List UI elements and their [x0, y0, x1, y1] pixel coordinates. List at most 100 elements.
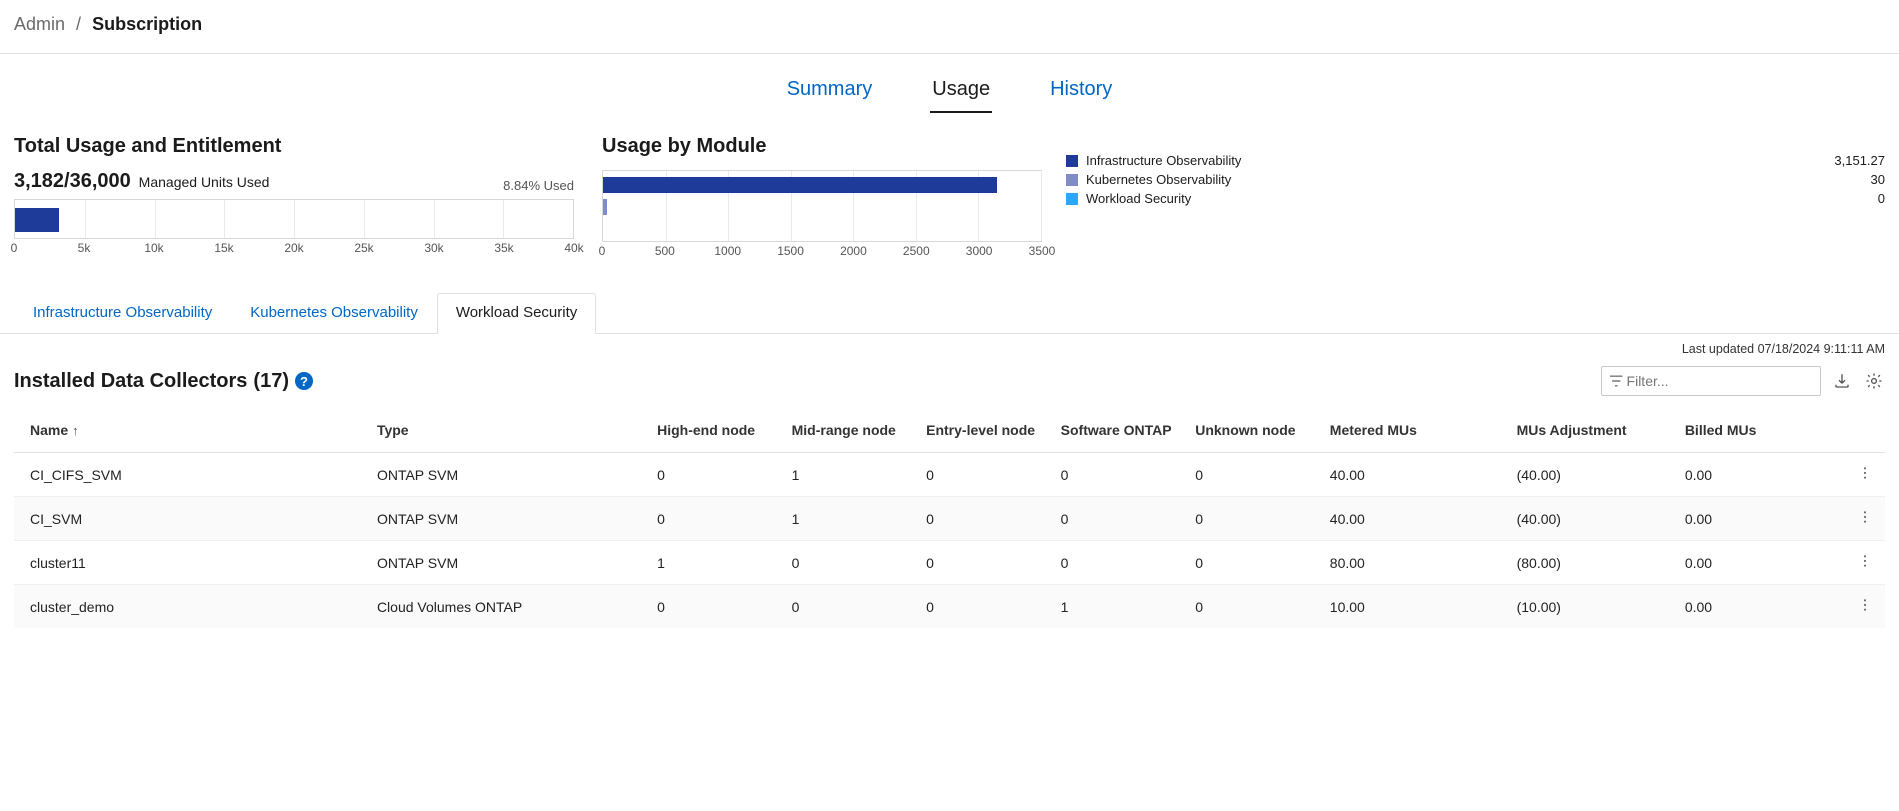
cell-sw: 0	[1053, 541, 1188, 585]
cell-unk: 0	[1187, 497, 1322, 541]
row-actions-icon[interactable]	[1853, 553, 1877, 569]
usage-amount: 3,182/36,000	[14, 170, 135, 192]
tab-history[interactable]: History	[1048, 74, 1114, 113]
th-mid[interactable]: Mid-range node	[784, 412, 919, 453]
module-axis-tick: 1000	[714, 244, 741, 258]
row-actions-icon[interactable]	[1853, 597, 1877, 613]
filter-input[interactable]	[1625, 372, 1814, 390]
cell-name: CI_SVM	[14, 497, 369, 541]
legend-label: Kubernetes Observability	[1086, 172, 1231, 187]
th-high[interactable]: High-end node	[649, 412, 784, 453]
cell-type: ONTAP SVM	[369, 453, 649, 497]
subtab-workload-security[interactable]: Workload Security	[437, 293, 596, 334]
usage-unit-label: Managed Units Used	[139, 174, 270, 190]
table-row: cluster_demoCloud Volumes ONTAP0001010.0…	[14, 585, 1885, 629]
table-row: CI_SVMONTAP SVM0100040.00(40.00)0.00	[14, 497, 1885, 541]
total-usage-panel: Total Usage and Entitlement 3,182/36,000…	[14, 129, 574, 262]
module-axis-tick: 0	[599, 244, 606, 258]
subtab-infra[interactable]: Infrastructure Observability	[14, 293, 231, 334]
page-tabs: Summary Usage History	[0, 54, 1899, 121]
usage-bar-fill	[15, 208, 59, 232]
cell-met: 40.00	[1322, 453, 1509, 497]
last-updated: Last updated 07/18/2024 9:11:11 AM	[0, 334, 1899, 356]
usage-amount-line: 3,182/36,000 Managed Units Used	[14, 170, 269, 193]
cell-type: Cloud Volumes ONTAP	[369, 585, 649, 629]
legend-value: 30	[1871, 172, 1885, 187]
sort-asc-icon: ↑	[68, 423, 79, 438]
idc-title-text: Installed Data Collectors	[14, 370, 247, 393]
module-chart-axis: 0500100015002000250030003500	[602, 244, 1042, 262]
sub-tabs: Infrastructure Observability Kubernetes …	[0, 266, 1899, 334]
filter-box[interactable]	[1601, 366, 1821, 396]
cell-name: cluster11	[14, 541, 369, 585]
th-unk[interactable]: Unknown node	[1187, 412, 1322, 453]
breadcrumb-root[interactable]: Admin	[14, 14, 65, 34]
cell-adj: (40.00)	[1509, 497, 1677, 541]
cell-bill: 0.00	[1677, 497, 1845, 541]
cell-met: 80.00	[1322, 541, 1509, 585]
cell-name: CI_CIFS_SVM	[14, 453, 369, 497]
usage-percent: 8.84% Used	[503, 178, 574, 193]
th-name[interactable]: Name↑	[14, 412, 369, 453]
usage-axis-tick: 40k	[564, 241, 583, 255]
legend-row: Kubernetes Observability 30	[1066, 170, 1885, 189]
cell-adj: (10.00)	[1509, 585, 1677, 629]
gear-icon[interactable]	[1863, 370, 1885, 392]
cell-adj: (40.00)	[1509, 453, 1677, 497]
collectors-table: Name↑ Type High-end node Mid-range node …	[14, 412, 1885, 628]
cell-met: 40.00	[1322, 497, 1509, 541]
legend-swatch	[1066, 155, 1078, 167]
cell-mid: 0	[784, 541, 919, 585]
cell-unk: 0	[1187, 541, 1322, 585]
module-axis-tick: 500	[655, 244, 675, 258]
cell-sw: 0	[1053, 497, 1188, 541]
th-adj[interactable]: MUs Adjustment	[1509, 412, 1677, 453]
cell-bill: 0.00	[1677, 585, 1845, 629]
cell-type: ONTAP SVM	[369, 541, 649, 585]
legend-row: Infrastructure Observability3,151.27	[1066, 151, 1885, 170]
row-actions-icon[interactable]	[1853, 465, 1877, 481]
module-axis-tick: 2000	[840, 244, 867, 258]
idc-title: Installed Data Collectors (17) ?	[14, 370, 313, 393]
usage-axis-tick: 20k	[284, 241, 303, 255]
th-entry[interactable]: Entry-level node	[918, 412, 1053, 453]
cell-high: 0	[649, 453, 784, 497]
th-bill[interactable]: Billed MUs	[1677, 412, 1845, 453]
cell-entry: 0	[918, 541, 1053, 585]
export-icon[interactable]	[1831, 370, 1853, 392]
row-actions-icon[interactable]	[1853, 509, 1877, 525]
cell-entry: 0	[918, 585, 1053, 629]
breadcrumb-sep: /	[70, 14, 87, 34]
legend-row: Workload Security0	[1066, 189, 1885, 208]
cell-sw: 1	[1053, 585, 1188, 629]
cell-unk: 0	[1187, 453, 1322, 497]
total-usage-title: Total Usage and Entitlement	[14, 135, 574, 158]
cell-high: 0	[649, 497, 784, 541]
cell-entry: 0	[918, 453, 1053, 497]
cell-unk: 0	[1187, 585, 1322, 629]
tab-usage[interactable]: Usage	[930, 74, 992, 113]
cell-high: 0	[649, 585, 784, 629]
module-chart-area	[602, 170, 1042, 242]
usage-axis-tick: 15k	[214, 241, 233, 255]
legend-label: Infrastructure Observability	[1086, 153, 1241, 168]
module-bar	[603, 199, 607, 215]
th-type[interactable]: Type	[369, 412, 649, 453]
cell-bill: 0.00	[1677, 541, 1845, 585]
module-axis-tick: 1500	[777, 244, 804, 258]
help-icon[interactable]: ?	[295, 372, 313, 390]
module-usage-panel: Usage by Module 050010001500200025003000…	[602, 129, 1885, 262]
th-sw[interactable]: Software ONTAP	[1053, 412, 1188, 453]
table-row: CI_CIFS_SVMONTAP SVM0100040.00(40.00)0.0…	[14, 453, 1885, 497]
module-axis-tick: 2500	[903, 244, 930, 258]
filter-icon	[1608, 372, 1625, 390]
subtab-k8s[interactable]: Kubernetes Observability	[231, 293, 437, 334]
usage-axis-tick: 35k	[494, 241, 513, 255]
table-row: cluster11ONTAP SVM1000080.00(80.00)0.00	[14, 541, 1885, 585]
usage-axis-tick: 25k	[354, 241, 373, 255]
tab-summary[interactable]: Summary	[785, 74, 875, 113]
breadcrumb: Admin / Subscription	[0, 0, 1899, 54]
th-met[interactable]: Metered MUs	[1322, 412, 1509, 453]
module-bar	[603, 177, 997, 193]
legend-value: 0	[1878, 191, 1885, 206]
